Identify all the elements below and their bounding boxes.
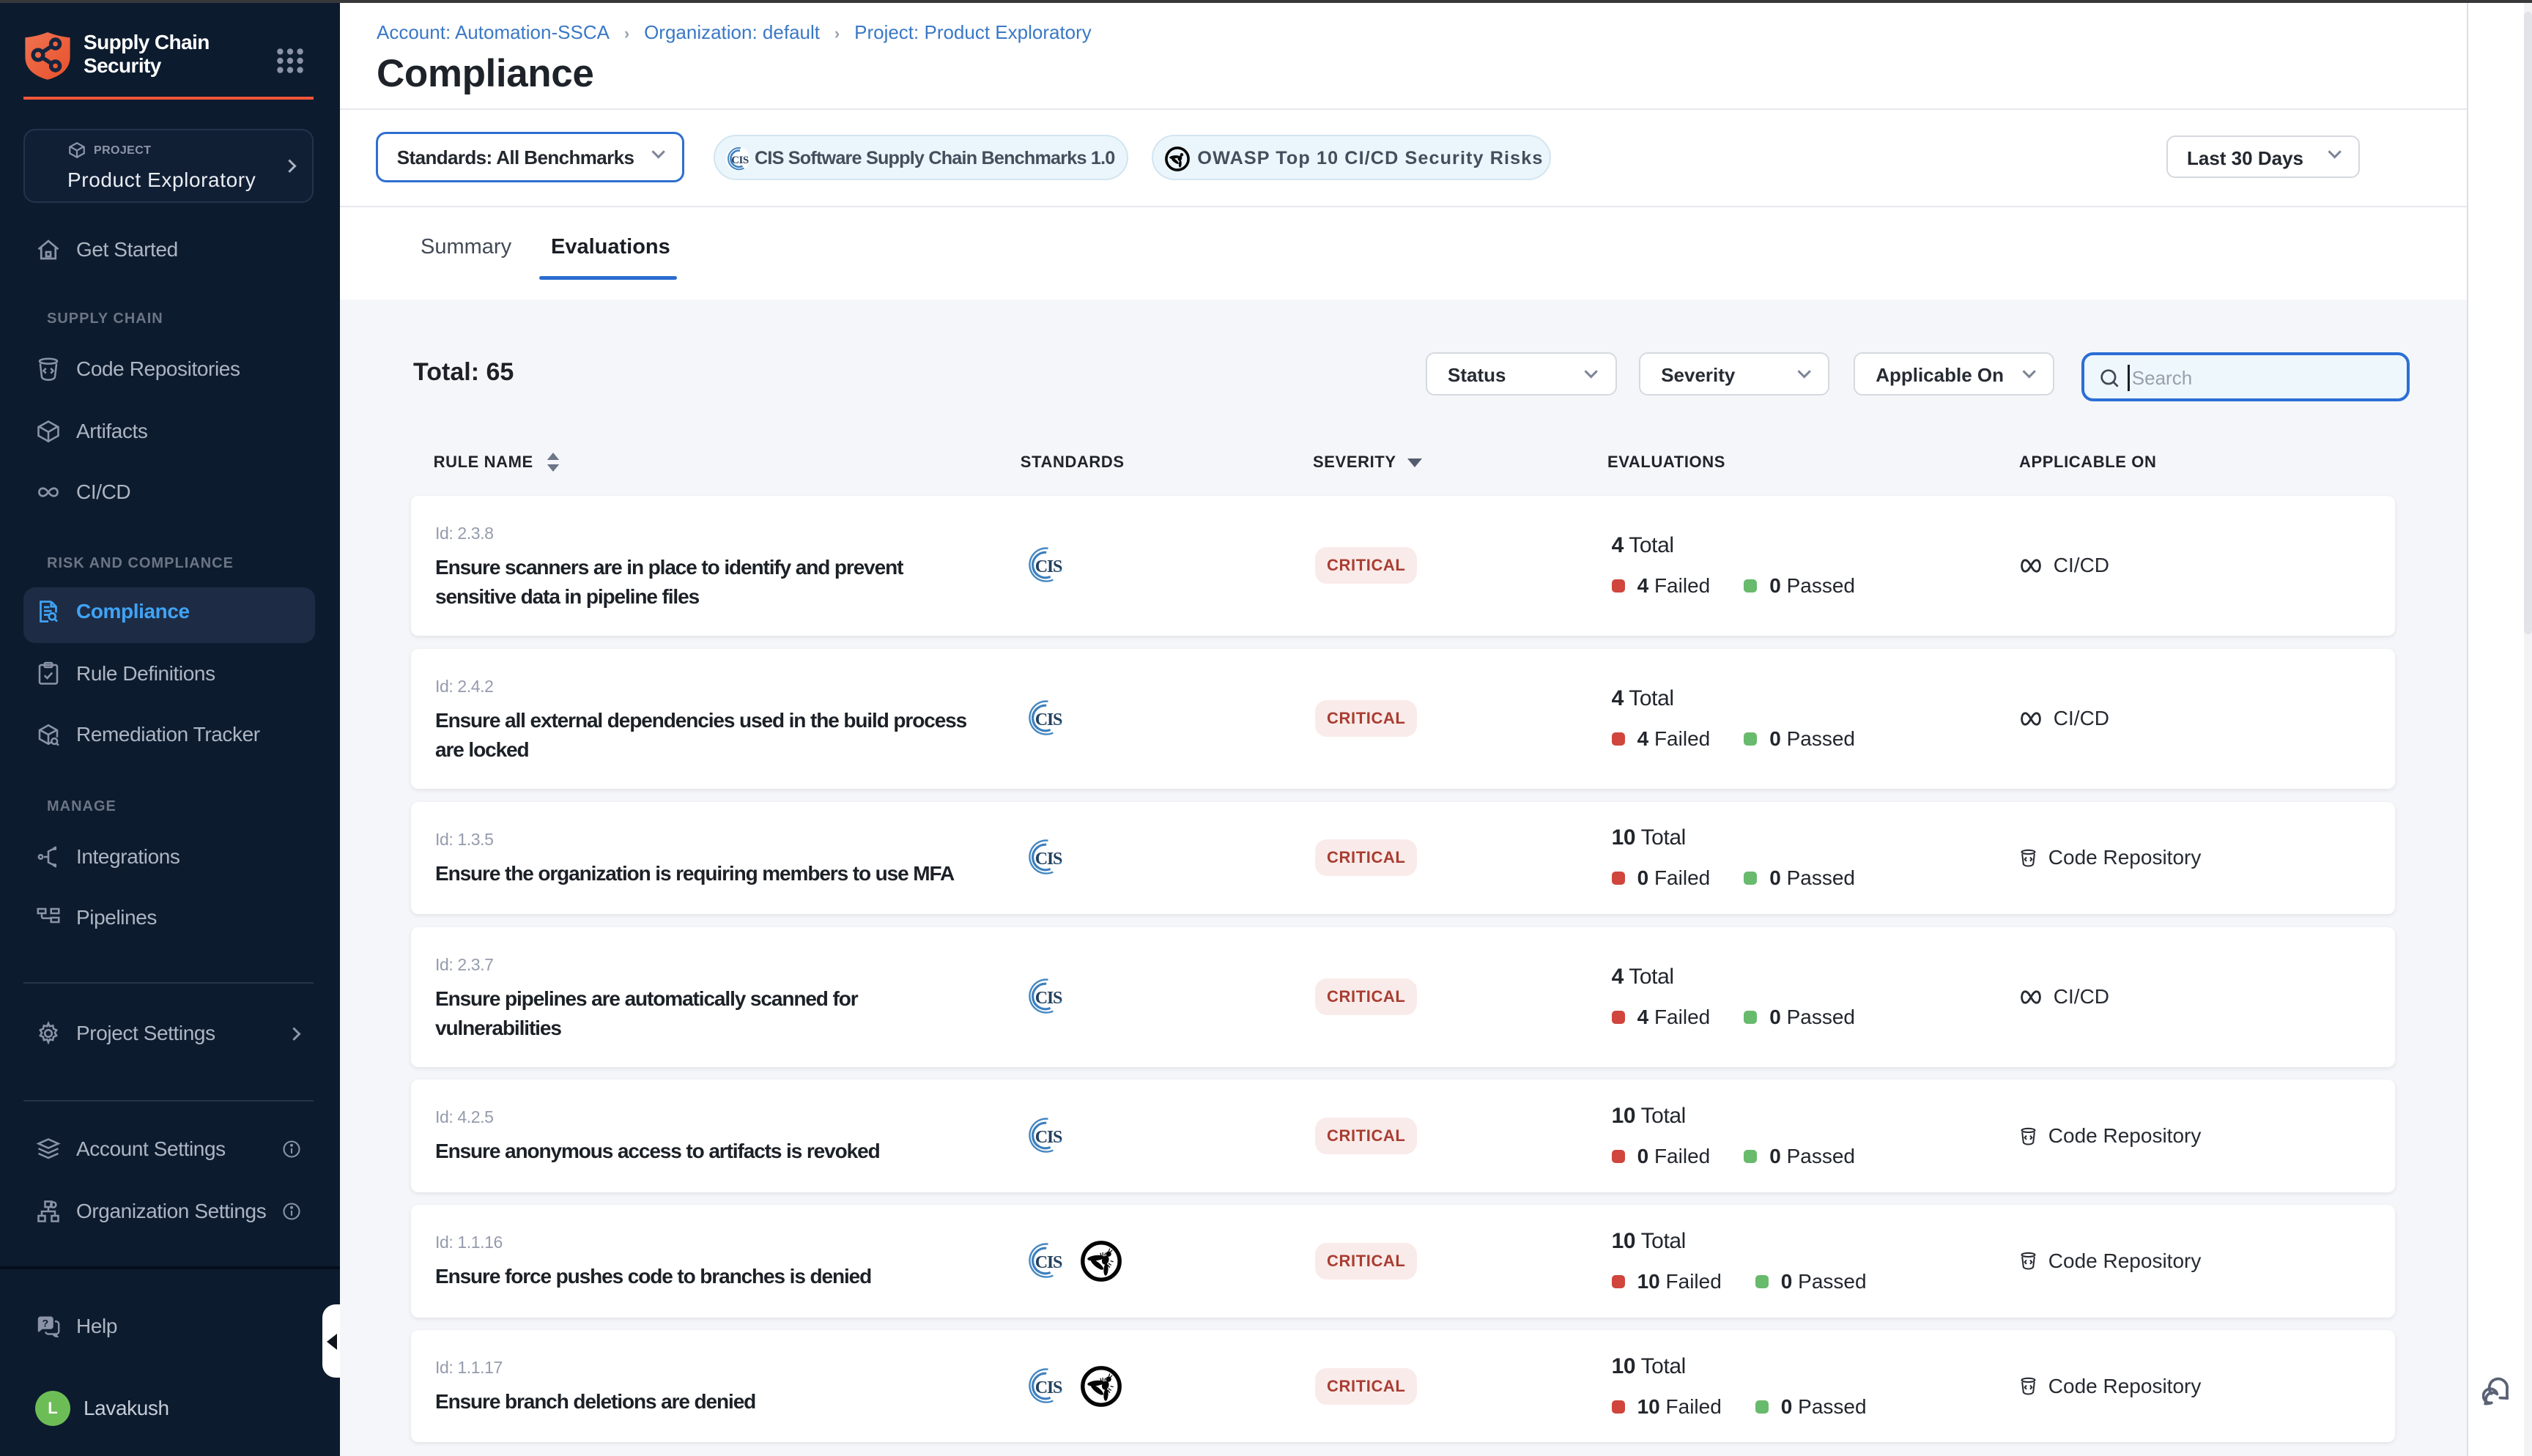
- svg-text:CIS: CIS: [1035, 849, 1062, 869]
- svg-text:CIS: CIS: [1035, 1252, 1062, 1272]
- svg-text:CIS: CIS: [1035, 1378, 1062, 1397]
- svg-text:CIS: CIS: [1035, 1127, 1062, 1147]
- svg-text:CIS: CIS: [1035, 710, 1062, 730]
- svg-text:CIS: CIS: [1035, 557, 1062, 576]
- svg-text:CIS: CIS: [1035, 988, 1062, 1008]
- svg-text:CIS: CIS: [731, 155, 749, 166]
- svg-text:?: ?: [42, 1318, 48, 1330]
